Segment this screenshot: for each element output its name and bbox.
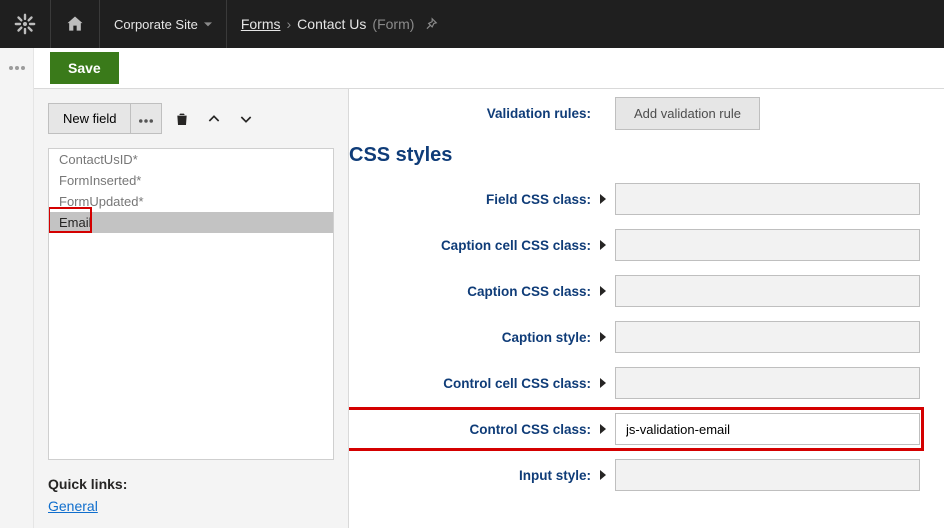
section-title-css: CSS styles xyxy=(349,144,920,167)
content-row: New field xyxy=(34,89,944,528)
save-button[interactable]: Save xyxy=(50,52,119,84)
field-editor: Validation rules: Add validation rule CS… xyxy=(349,89,944,528)
caret-right-icon xyxy=(600,286,608,296)
control-css-label: Control CSS class: xyxy=(349,422,599,437)
site-label: Corporate Site xyxy=(114,17,198,32)
breadcrumb-separator: › xyxy=(287,16,292,32)
kentico-logo-icon xyxy=(14,13,36,35)
field-list[interactable]: ContactUsID* FormInserted* FormUpdated* … xyxy=(48,148,334,460)
chevron-down-icon xyxy=(238,111,254,127)
ellipsis-icon xyxy=(9,66,25,70)
list-item[interactable]: FormUpdated* xyxy=(49,191,333,212)
list-item[interactable]: ContactUsID* xyxy=(49,149,333,170)
dropdown-caret-icon xyxy=(204,20,212,28)
input-style-input[interactable] xyxy=(615,459,920,491)
caret-right-icon xyxy=(600,424,608,434)
home-button[interactable] xyxy=(51,0,100,48)
move-down-button[interactable] xyxy=(234,107,258,131)
caption-cell-css-input[interactable] xyxy=(615,229,920,261)
move-up-button[interactable] xyxy=(202,107,226,131)
main-area: Save New field xyxy=(34,48,944,528)
caption-style-input[interactable] xyxy=(615,321,920,353)
breadcrumb-current: Contact Us xyxy=(297,16,366,32)
caret-right-icon xyxy=(600,194,608,204)
delete-field-button[interactable] xyxy=(170,106,194,132)
control-cell-css-row: Control cell CSS class: xyxy=(349,367,920,399)
site-selector[interactable]: Corporate Site xyxy=(100,0,227,48)
quick-link-general[interactable]: General xyxy=(48,498,98,514)
caption-cell-css-label: Caption cell CSS class: xyxy=(349,238,599,253)
collapsed-rail[interactable] xyxy=(0,48,34,528)
add-validation-rule-button[interactable]: Add validation rule xyxy=(615,97,760,130)
field-css-input[interactable] xyxy=(615,183,920,215)
input-style-row: Input style: xyxy=(349,459,920,491)
home-icon xyxy=(65,14,85,34)
caption-style-label: Caption style: xyxy=(349,330,599,345)
trash-icon xyxy=(174,110,190,128)
new-field-more-button[interactable] xyxy=(130,103,162,134)
breadcrumb: Forms › Contact Us (Form) xyxy=(227,0,453,48)
validation-label: Validation rules: xyxy=(349,106,599,121)
breadcrumb-forms[interactable]: Forms xyxy=(241,16,281,32)
quick-links-title: Quick links: xyxy=(48,476,334,492)
action-toolbar: Save xyxy=(34,48,944,89)
field-css-row: Field CSS class: xyxy=(349,183,920,215)
field-toolbar: New field xyxy=(48,103,334,134)
control-cell-css-label: Control cell CSS class: xyxy=(349,376,599,391)
ellipsis-icon xyxy=(139,119,153,123)
caption-css-input[interactable] xyxy=(615,275,920,307)
fields-panel: New field xyxy=(34,89,349,528)
caption-cell-css-row: Caption cell CSS class: xyxy=(349,229,920,261)
new-field-button[interactable]: New field xyxy=(48,103,131,134)
control-cell-css-input[interactable] xyxy=(615,367,920,399)
caret-right-icon xyxy=(600,470,608,480)
caption-css-row: Caption CSS class: xyxy=(349,275,920,307)
top-bar: Corporate Site Forms › Contact Us (Form) xyxy=(0,0,944,48)
caption-css-label: Caption CSS class: xyxy=(349,284,599,299)
pin-icon[interactable] xyxy=(424,17,438,31)
quick-links: Quick links: General xyxy=(48,476,334,514)
caret-right-icon xyxy=(600,240,608,250)
caption-style-row: Caption style: xyxy=(349,321,920,353)
validation-row: Validation rules: Add validation rule xyxy=(349,97,920,130)
chevron-up-icon xyxy=(206,111,222,127)
caret-right-icon xyxy=(600,332,608,342)
input-style-label: Input style: xyxy=(349,468,599,483)
breadcrumb-suffix: (Form) xyxy=(372,16,414,32)
field-css-label: Field CSS class: xyxy=(349,192,599,207)
control-css-input[interactable] xyxy=(615,413,920,445)
app-body: Save New field xyxy=(0,48,944,528)
control-css-row: Control CSS class: xyxy=(349,413,920,445)
app-logo[interactable] xyxy=(0,0,51,48)
list-item[interactable]: FormInserted* xyxy=(49,170,333,191)
caret-right-icon xyxy=(600,378,608,388)
list-item-selected[interactable]: Email xyxy=(49,212,333,233)
